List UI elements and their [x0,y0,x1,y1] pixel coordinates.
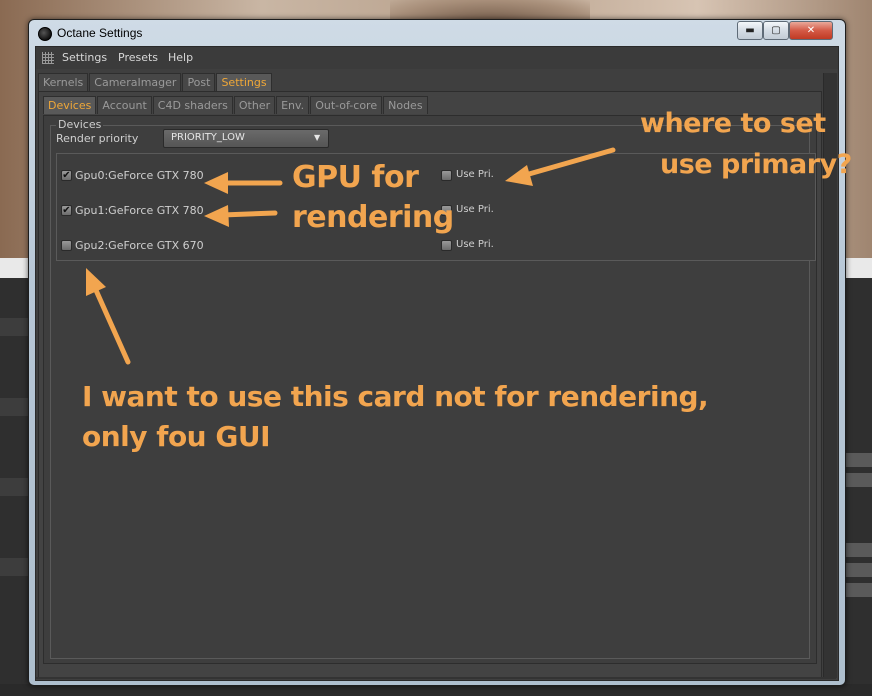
annotation-arrows [86,147,616,365]
arrow-to-gpu0 [204,172,283,194]
arrow-to-gpu1 [204,205,278,227]
arrow-to-use-pri [505,147,616,186]
arrow-to-gpu2 [86,268,131,365]
